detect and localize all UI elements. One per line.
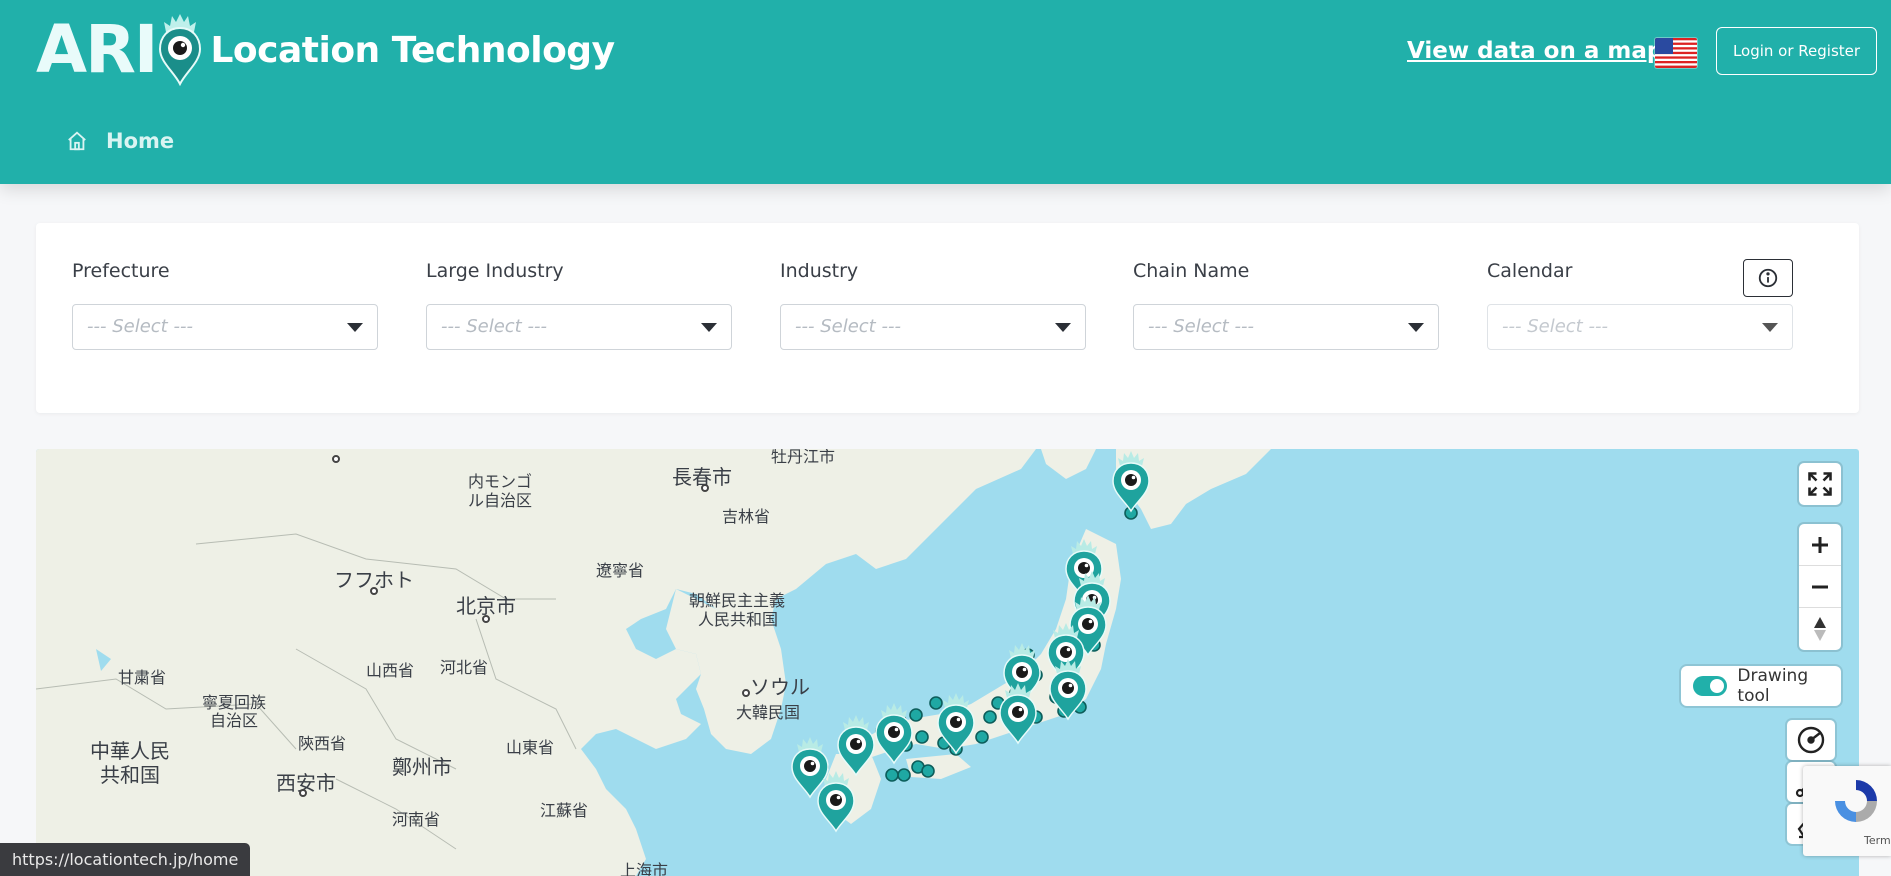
chevron-down-icon xyxy=(1408,323,1424,332)
select-placeholder: --- Select --- xyxy=(795,316,901,337)
industry-select[interactable]: --- Select --- xyxy=(780,304,1086,350)
view-data-on-map-link[interactable]: View data on a map xyxy=(1407,38,1663,64)
info-button[interactable] xyxy=(1743,259,1793,297)
store-dot-marker[interactable] xyxy=(929,696,943,710)
login-register-button[interactable]: Login or Register xyxy=(1716,27,1877,75)
store-dot-marker[interactable] xyxy=(983,710,997,724)
compass-button[interactable] xyxy=(1799,608,1841,650)
store-dot-marker[interactable] xyxy=(897,768,911,782)
chain-name-filter: Chain Name --- Select --- xyxy=(1133,260,1439,350)
select-placeholder: --- Select --- xyxy=(1502,316,1608,337)
recaptcha-logo-icon xyxy=(1835,780,1877,822)
industry-label: Industry xyxy=(780,260,859,282)
recaptcha-badge[interactable]: Terms xyxy=(1803,766,1891,856)
store-dot-marker[interactable] xyxy=(921,764,935,778)
logo-pin-icon xyxy=(158,10,202,90)
store-dot-marker[interactable] xyxy=(909,708,923,722)
prefecture-label: Prefecture xyxy=(72,260,170,282)
zoom-out-button[interactable] xyxy=(1799,566,1841,608)
map-view[interactable]: 長春市 内モンゴ ル自治区 吉林省 遼寧省 フフホト 北京市 朝鮮民主主義 人民… xyxy=(36,449,1859,876)
store-dot-marker[interactable] xyxy=(885,768,899,782)
fullscreen-button[interactable] xyxy=(1799,463,1841,505)
home-icon xyxy=(68,131,86,151)
status-bar-url: https://locationtech.jp/home xyxy=(0,843,251,876)
industry-filter: Industry --- Select --- xyxy=(780,260,1086,350)
store-pin-marker[interactable] xyxy=(1112,451,1150,513)
breadcrumb-home-label: Home xyxy=(106,129,175,153)
zoom-in-icon xyxy=(1812,536,1828,553)
store-markers-layer[interactable] xyxy=(36,449,1859,876)
zoom-controls xyxy=(1799,524,1841,650)
store-dot-marker[interactable] xyxy=(975,730,989,744)
chevron-down-icon xyxy=(1762,323,1778,332)
store-pin-marker[interactable] xyxy=(875,703,913,765)
store-dot-marker[interactable] xyxy=(915,730,929,744)
chevron-down-icon xyxy=(1055,323,1071,332)
chevron-down-icon xyxy=(347,323,363,332)
chain-name-label: Chain Name xyxy=(1133,260,1250,282)
large-industry-select[interactable]: --- Select --- xyxy=(426,304,732,350)
us-flag-icon[interactable] xyxy=(1655,38,1697,68)
large-industry-label: Large Industry xyxy=(426,260,564,282)
store-pin-marker[interactable] xyxy=(837,715,875,777)
brand-title: Location Technology xyxy=(210,29,615,71)
filter-panel: Prefecture --- Select --- Large Industry… xyxy=(36,223,1859,413)
fullscreen-icon xyxy=(1808,472,1832,496)
recaptcha-terms[interactable]: Terms xyxy=(1864,834,1891,847)
select-placeholder: --- Select --- xyxy=(87,316,193,337)
chain-name-select[interactable]: --- Select --- xyxy=(1133,304,1439,350)
breadcrumb-home[interactable]: Home xyxy=(66,129,174,153)
prefecture-select[interactable]: --- Select --- xyxy=(72,304,378,350)
select-placeholder: --- Select --- xyxy=(441,316,547,337)
prefecture-filter: Prefecture --- Select --- xyxy=(72,260,378,350)
circle-draw-button[interactable] xyxy=(1787,720,1835,760)
logo-text: ARI xyxy=(36,11,158,88)
brand-logo[interactable]: ARI Location Technology xyxy=(36,10,615,90)
zoom-in-button[interactable] xyxy=(1799,524,1841,566)
toggle-switch-icon xyxy=(1693,676,1728,696)
zoom-out-icon xyxy=(1812,585,1828,588)
circle-draw-icon xyxy=(1797,726,1825,754)
site-header: ARI Location Technology View data on a m… xyxy=(0,0,1891,184)
info-icon xyxy=(1758,268,1778,288)
select-placeholder: --- Select --- xyxy=(1148,316,1254,337)
calendar-select[interactable]: --- Select --- xyxy=(1487,304,1793,350)
compass-icon xyxy=(1814,617,1826,641)
large-industry-filter: Large Industry --- Select --- xyxy=(426,260,732,350)
chevron-down-icon xyxy=(701,323,717,332)
drawing-tool-toggle[interactable]: Drawing tool xyxy=(1681,666,1841,706)
drawing-tool-label: Drawing tool xyxy=(1737,666,1809,706)
